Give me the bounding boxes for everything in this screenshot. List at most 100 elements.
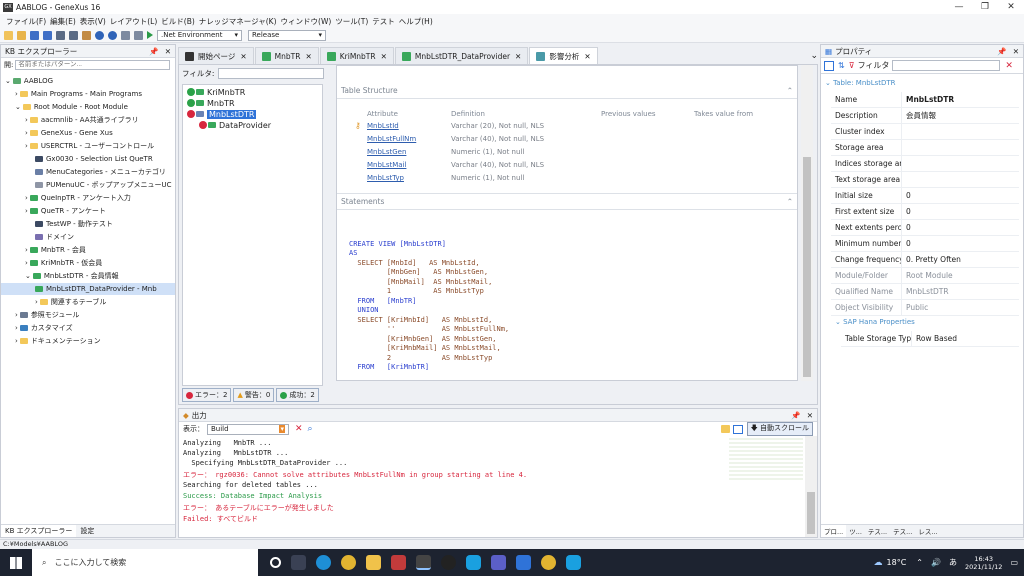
statements-header[interactable]: Statements ⌃ [337,193,797,210]
property-value[interactable]: 0 [902,239,911,248]
volume-icon[interactable]: 🔊 [931,558,941,567]
close-icon[interactable]: ✕ [807,411,813,420]
menu-test[interactable]: テスト [372,16,395,27]
tab-settings[interactable]: 設定 [76,526,98,536]
search-icon[interactable]: ⌕ [308,424,313,434]
property-value[interactable]: 0 [902,191,911,200]
output-source-select[interactable]: Build ▾ [207,423,289,435]
property-row[interactable]: Description 会員情報 [831,108,1019,124]
categorized-icon[interactable] [824,60,834,71]
new-icon[interactable] [4,30,13,40]
menu-edit[interactable]: 編集(E) [50,16,76,27]
restore-icon[interactable]: ❐ [972,2,998,12]
tab-test-1[interactable]: テス... [865,526,890,536]
close-icon[interactable]: ✕ [998,2,1024,12]
close-icon[interactable]: ✕ [584,52,590,61]
property-group-header[interactable]: ⌄ SAP Hana Properties [835,318,915,326]
clock-date[interactable]: 2021/11/12 [965,563,1002,571]
open-icon[interactable] [17,30,26,40]
app-icon[interactable] [391,555,406,570]
tree-node[interactable]: ⌄ AABLOG [5,76,53,86]
tab-mnbtr[interactable]: MnbTR ✕ [254,47,319,64]
attribute-link[interactable]: MnbLstMail [367,161,406,169]
impact-filter-input[interactable] [218,68,325,79]
menu-window[interactable]: ウィンドウ(W) [281,16,332,27]
close-icon[interactable]: ✕ [381,52,387,61]
tab-impact-analysis[interactable]: 影響分析 ✕ [529,47,598,64]
genexus-icon[interactable] [441,555,456,570]
property-row[interactable]: Indices storage area [831,156,1019,172]
output-minimap[interactable] [729,438,803,482]
property-value[interactable]: 0. Pretty Often [902,255,961,264]
chrome-icon[interactable] [341,555,356,570]
property-row[interactable]: Qualified Name MnbLstDTR [831,284,1019,300]
save-icon[interactable] [30,30,39,40]
cut-icon[interactable] [56,30,65,40]
property-value[interactable]: Row Based [912,334,957,343]
edge-icon[interactable] [316,555,331,570]
tree-node[interactable]: › 参照モジュール [15,310,79,320]
tree-node[interactable]: › 関連するテーブル [35,297,106,307]
tree-node[interactable]: Gx0030 - Selection List QueTR [35,154,153,164]
scrollbar-thumb[interactable] [803,157,811,377]
close-icon[interactable]: ✕ [240,52,246,61]
tree-node[interactable]: › KriMnbTR - 仮会員 [25,258,102,268]
tree-node[interactable]: › QueInpTR - アンケート入力 [25,193,131,203]
object-item[interactable]: KriMnbTR [207,88,245,97]
pin-icon[interactable]: 📌 [149,47,158,56]
tree-node[interactable]: › aacmnlib - AA共通ライブラリ [25,115,139,125]
property-value[interactable]: 0 [902,223,911,232]
windows-start-icon[interactable] [10,556,22,569]
property-row[interactable]: Next extents percent0 [831,220,1019,236]
tree-node[interactable]: › MnbTR - 会員 [25,245,86,255]
menu-help[interactable]: ヘルプ(H) [399,16,433,27]
store-icon[interactable] [516,555,531,570]
details-scrollbar[interactable] [801,65,813,381]
tree-node[interactable]: › Main Programs - Main Programs [15,89,142,99]
scrollbar-thumb[interactable] [807,492,815,534]
tree-node[interactable]: › USERCTRL - ユーザーコントロール [25,141,154,151]
notification-icon[interactable]: ▭ [1010,558,1018,567]
tree-node[interactable]: › ドキュメンテーション [15,336,101,346]
taskbar-search[interactable]: ⌕ ここに入力して検索 [32,549,258,576]
tab-overflow-icon[interactable]: ⌄ [810,51,818,64]
property-row[interactable]: Storage area [831,140,1019,156]
tab-dataprovider[interactable]: MnbLstDTR_DataProvider ✕ [394,47,529,64]
property-row[interactable]: Minimum number of0 [831,236,1019,252]
save-all-icon[interactable] [43,30,52,40]
property-row[interactable]: Text storage area [831,172,1019,188]
object-item[interactable]: MnbTR [207,99,235,108]
copy-icon[interactable] [69,30,78,40]
collapse-icon[interactable]: ⌃ [787,86,793,95]
object-item-selected[interactable]: MnbLstDTR [207,109,257,119]
sort-icon[interactable]: ⇅ [838,61,845,70]
property-value[interactable]: 0 [902,207,911,216]
properties-filter-input[interactable] [892,60,1001,71]
tree-node-selected[interactable]: MnbLstDTR_DataProvider - Mnb [1,283,175,295]
close-icon[interactable]: ✕ [515,52,521,61]
output-scrollbar[interactable] [805,436,817,537]
tab-responsive[interactable]: レス... [915,526,940,536]
tab-kb-explorer[interactable]: KB エクスプローラー [1,525,77,537]
property-value[interactable]: 会員情報 [902,110,936,121]
property-row[interactable]: First extent size 0 [831,204,1019,220]
property-row[interactable]: Object Visibility Public [831,300,1019,316]
teams-icon[interactable] [491,555,506,570]
pin-icon[interactable]: 📌 [997,47,1006,56]
build-icon[interactable] [134,30,143,40]
close-icon[interactable]: ✕ [305,52,311,61]
skype-icon[interactable] [466,555,481,570]
tab-toolbox[interactable]: ツ... [846,526,865,536]
paste-icon[interactable] [82,30,91,40]
clock-time[interactable]: 16:43 [974,555,993,563]
kb-filter-input[interactable] [15,59,171,70]
environment-select[interactable]: .Net Environment ▾ [157,29,242,41]
clear-icon[interactable]: ✕ [295,424,303,434]
object-item[interactable]: DataProvider [219,121,271,130]
tree-node[interactable]: › GeneXus - Gene Xus [25,128,113,138]
success-count[interactable]: 成功：2 [276,388,319,402]
tree-node[interactable]: PUMenuUC - ポップアップメニューUC [35,180,172,190]
close-icon[interactable]: ✕ [1013,47,1019,56]
attribute-link[interactable]: MnbLstId [367,122,399,130]
temperature[interactable]: 18°C [887,558,907,567]
